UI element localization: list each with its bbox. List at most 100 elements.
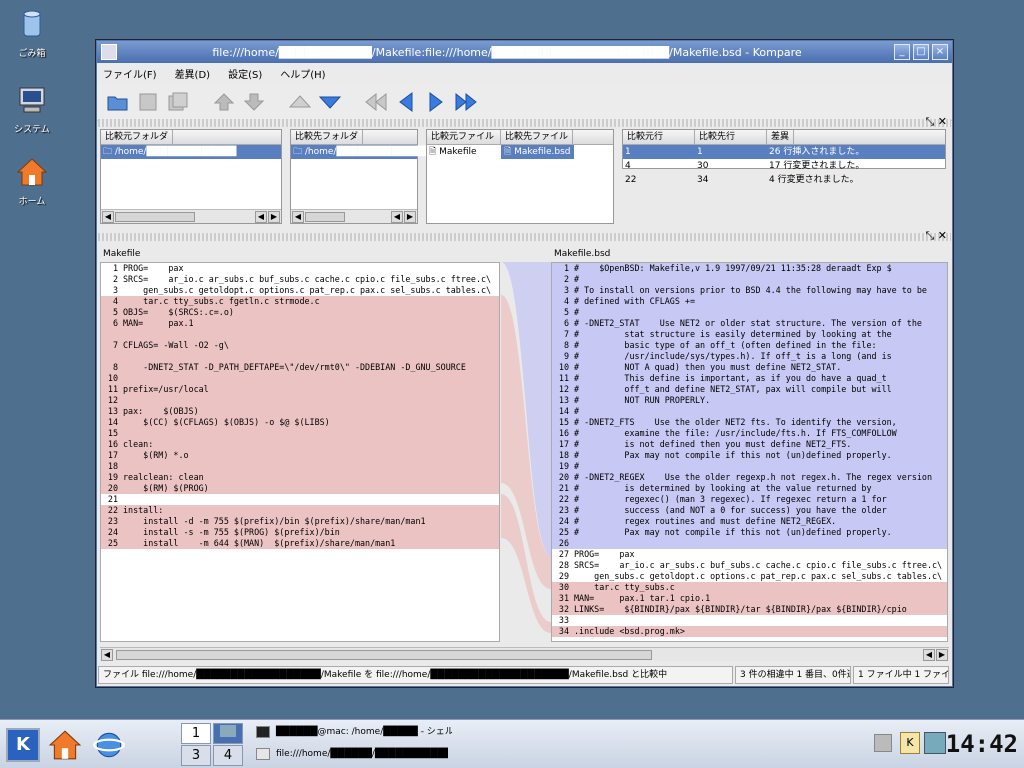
source-code-pane[interactable]: 1 PROG= pax 2 SRCS= ar_io.c ar_subs.c buf_s… (100, 262, 500, 642)
next-difference-button[interactable] (425, 91, 447, 113)
difference-row[interactable]: 22 34 4 行変更されました。 (623, 173, 945, 187)
close-button[interactable]: × (932, 44, 948, 60)
menu-difference[interactable]: 差異(D) (175, 66, 211, 81)
kompare-window: file:///home/███████████/Makefile:file:/… (96, 40, 953, 687)
line-number: 21 (107, 494, 118, 504)
difference-cell-dst: 30 (697, 161, 709, 171)
line-text: # basic type of an off_t (often defined … (574, 340, 877, 350)
source-folder-pane: 比較元フォルダ 🗀 /home/█████████████ ◀ ◀ ▶ (100, 129, 282, 224)
line-number: 33 (558, 615, 569, 625)
line-number: 24 (558, 516, 569, 526)
line-number: 30 (558, 582, 569, 592)
desktop-icon-trash[interactable]: ごみ箱 (8, 8, 56, 59)
code-line: 25 # Pax may not compile if this not (un)… (552, 527, 947, 538)
line-number: 22 (107, 505, 118, 515)
code-line: 11 prefix=/usr/local (101, 384, 499, 395)
save-all-button[interactable] (167, 91, 189, 113)
unapply-icon (244, 93, 264, 111)
line-text: clean: (123, 439, 154, 449)
task-kompare[interactable]: file:///home/██████/████████████████ (252, 744, 448, 765)
desktop-icon-system[interactable]: システム (8, 84, 56, 135)
code-line: 4 # defined with CFLAGS += (552, 296, 947, 307)
code-line: 23 install -d -m 755 $(prefix)/bin $(pre… (101, 516, 499, 527)
source-folder-item[interactable]: 🗀 /home/█████████████ (101, 145, 281, 159)
code-line: 6 MAN= pax.1 (101, 318, 499, 329)
dock-grip[interactable] (98, 119, 951, 127)
unapply-button[interactable] (243, 91, 265, 113)
browser-launcher[interactable] (92, 728, 126, 762)
pager-desktop-4[interactable]: 4 (213, 745, 243, 766)
dock-grip[interactable] (98, 233, 951, 241)
apply-icon (214, 92, 234, 110)
kompare-app-icon[interactable] (101, 44, 117, 60)
previous-file-button[interactable] (289, 91, 311, 113)
line-number: 11 (558, 373, 569, 383)
user-icon[interactable] (924, 732, 946, 754)
code-line: 13 # NOT RUN PROPERLY. (552, 395, 947, 406)
klipper-icon[interactable]: K (900, 732, 920, 754)
next-file-button[interactable] (319, 91, 341, 113)
first-difference-button[interactable] (365, 91, 387, 113)
line-number: 8 (563, 340, 569, 350)
close-dock-icon[interactable]: ⤡ ✕ (925, 115, 947, 129)
save-all-icon (168, 92, 188, 110)
task-terminal[interactable]: ██████@mac: /home/█████ - シェル - Ko (252, 722, 452, 743)
kde-menu-button[interactable]: K (6, 728, 40, 762)
destination-folder-item[interactable]: 🗀 /home/█████████████ (291, 145, 426, 159)
code-line: 27 PROG= pax (552, 549, 947, 560)
line-number: 3 (563, 285, 569, 295)
line-text: install -d -m 755 $(prefix)/bin $(prefix… (123, 516, 426, 526)
line-number: 24 (107, 527, 118, 537)
horizontal-scrollbar[interactable]: ◀ ◀ ▶ (101, 209, 281, 223)
horizontal-scrollbar[interactable]: ◀ ◀ ▶ (291, 209, 417, 223)
printer-icon[interactable] (874, 734, 892, 752)
line-number: 19 (558, 461, 569, 471)
line-number: 10 (558, 362, 569, 372)
code-line: 1 PROG= pax (101, 263, 499, 274)
last-difference-button[interactable] (455, 91, 477, 113)
minimize-button[interactable]: _ (894, 44, 910, 60)
home-launcher[interactable] (48, 728, 82, 762)
line-number: 23 (107, 516, 118, 526)
save-icon (139, 93, 157, 110)
close-dock-icon[interactable]: ⤡ ✕ (925, 229, 947, 243)
file-row[interactable]: 🗎 Makefile 🗎 Makefile.bsd (427, 145, 613, 159)
difference-row[interactable]: 4 30 17 行変更されました。 (623, 159, 945, 173)
desktop-icon-home[interactable]: ホーム (8, 156, 56, 207)
diff-view: ⤡ ✕ Makefile Makefile.bsd 1 PROG= pax 2 SRC… (98, 229, 951, 663)
pager-desktop-3[interactable]: 3 (181, 745, 211, 766)
line-number: 25 (558, 527, 569, 537)
line-text: # -DNET2_REGEX Use the older regexp.h no… (574, 472, 932, 482)
line-number: 31 (558, 593, 569, 603)
difference-cell-desc: 4 行変更されました。 (769, 175, 859, 185)
apply-button[interactable] (213, 91, 235, 113)
code-line: 23 # success (and NOT a 0 for success) yo… (552, 505, 947, 516)
pager-desktop-2[interactable] (213, 723, 243, 744)
menu-settings[interactable]: 設定(S) (228, 66, 262, 81)
kompare-task-icon (256, 748, 270, 760)
difference-row[interactable]: 1 1 26 行挿入されました。 (623, 145, 945, 159)
line-text: # is not defined then you must define NE… (574, 439, 852, 449)
menu-file[interactable]: ファイル(F) (103, 66, 157, 81)
line-number: 14 (107, 417, 118, 427)
maximize-button[interactable]: □ (913, 44, 929, 60)
files-pane: 比較元ファイル 比較先ファイル 🗎 Makefile 🗎 Makefile.bsd (426, 129, 614, 224)
save-button[interactable] (137, 91, 159, 113)
clock[interactable]: 14:42 (946, 730, 1018, 758)
destination-code-pane[interactable]: 1 # $OpenBSD: Makefile,v 1.9 1997/09/21 1… (551, 262, 948, 642)
title-bar[interactable]: file:///home/███████████/Makefile:file:/… (97, 41, 952, 63)
terminal-icon (256, 726, 270, 738)
open-button[interactable] (107, 91, 129, 113)
difference-cell-src: 1 (625, 147, 631, 157)
line-number: 13 (558, 395, 569, 405)
menu-bar: ファイル(F) 差異(D) 設定(S) ヘルプ(H) (97, 63, 952, 83)
pager-desktop-1[interactable]: 1 (181, 723, 211, 744)
line-number: 16 (558, 428, 569, 438)
diff-horizontal-scrollbar[interactable]: ◀ ◀ ▶ (100, 647, 949, 661)
files-header: 比較元ファイル 比較先ファイル (427, 130, 613, 145)
menu-help[interactable]: ヘルプ(H) (280, 66, 325, 81)
code-line (101, 351, 499, 362)
code-line: 19 # (552, 461, 947, 472)
previous-difference-button[interactable] (395, 91, 417, 113)
code-line: 30 tar.c tty_subs.c (552, 582, 947, 593)
